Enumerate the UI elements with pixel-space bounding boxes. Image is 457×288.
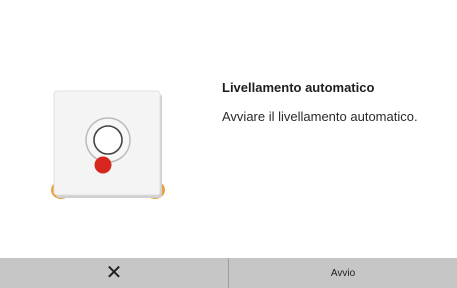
start-button[interactable]: Avvio — [229, 258, 457, 288]
dialog-text: Livellamento automatico Avviare il livel… — [222, 80, 447, 124]
auto-leveling-dialog: Livellamento automatico Avviare il livel… — [0, 0, 457, 288]
dialog-message: Avviare il livellamento automatico. — [222, 109, 418, 124]
close-icon: ✕ — [105, 262, 123, 284]
auto-leveling-bed-icon — [44, 86, 172, 210]
dialog-footer: ✕ Avvio — [0, 258, 457, 288]
cancel-button[interactable]: ✕ — [0, 258, 228, 288]
dialog-title: Livellamento automatico — [222, 80, 375, 95]
start-button-label: Avvio — [330, 267, 356, 279]
